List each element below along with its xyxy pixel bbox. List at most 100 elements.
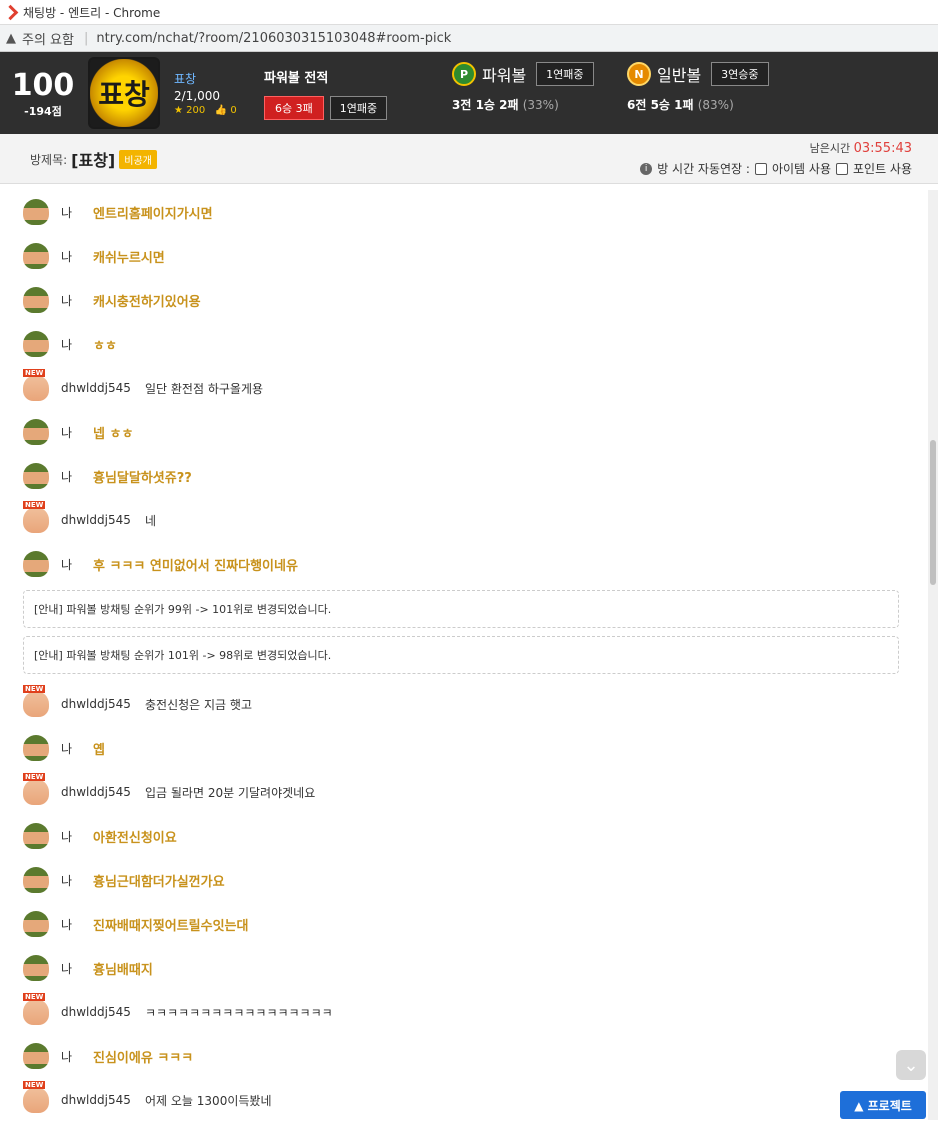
- avatar-icon[interactable]: [23, 369, 49, 401]
- info-icon[interactable]: i: [640, 162, 653, 175]
- window-title: 채팅방 - 엔트리 - Chrome: [23, 5, 161, 20]
- chat-nickname[interactable]: 나: [61, 740, 93, 757]
- scroll-down-icon[interactable]: ⌄: [896, 1050, 926, 1080]
- chat-message: dhwlddj545네: [0, 498, 928, 542]
- avatar-icon[interactable]: [23, 735, 49, 761]
- chat-nickname[interactable]: 나: [61, 1048, 93, 1065]
- ntry-logo-icon: [4, 5, 18, 19]
- powerball-streak: 1연패중: [536, 62, 594, 86]
- avatar-icon[interactable]: [23, 331, 49, 357]
- avatar-icon[interactable]: [23, 955, 49, 981]
- protect-button[interactable]: ▲ 프로젝트: [840, 1091, 926, 1119]
- chat-scrollbar[interactable]: [928, 190, 938, 1120]
- chat-nickname[interactable]: dhwlddj545: [61, 381, 145, 395]
- avatar-icon[interactable]: [23, 911, 49, 937]
- chat-text: 어제 오늘 1300이득봤네: [145, 1093, 272, 1108]
- chat-text: 진심이에유 ㅋㅋㅋ: [93, 1050, 194, 1066]
- avatar-icon[interactable]: [23, 501, 49, 533]
- chat-message: 나 진심이에유 ㅋㅋㅋ: [0, 1034, 928, 1078]
- scroll-thumb[interactable]: [930, 440, 936, 585]
- chat-text: 아환전신청이요: [93, 830, 177, 846]
- chat-text: 엔트리홈페이지가시면: [93, 206, 213, 222]
- chat-nickname[interactable]: 나: [61, 916, 93, 933]
- user-stats: ★ 200 👍 0: [174, 105, 237, 116]
- chat-nickname[interactable]: 나: [61, 248, 93, 265]
- chat-nickname[interactable]: 나: [61, 872, 93, 889]
- avatar-icon[interactable]: [23, 1081, 49, 1113]
- avatar-icon[interactable]: [23, 243, 49, 269]
- powerball-name: 파워볼: [482, 66, 527, 85]
- chat-message: 나 엔트리홈페이지가시면: [0, 190, 928, 234]
- chat-text: 일단 환전점 하구올게용: [145, 381, 264, 396]
- chat-message: 나 흉님달달하셧쥬??: [0, 454, 928, 498]
- user-nickname[interactable]: 표창: [174, 70, 264, 87]
- chat-text: 충전신청은 지금 햇고: [145, 697, 252, 712]
- avatar-icon[interactable]: [23, 199, 49, 225]
- chat-nickname[interactable]: dhwlddj545: [61, 513, 145, 527]
- chat-nickname[interactable]: 나: [61, 468, 93, 485]
- chat-nickname[interactable]: dhwlddj545: [61, 1093, 145, 1107]
- warning-icon[interactable]: ▲: [6, 31, 16, 46]
- chat-nickname[interactable]: 나: [61, 424, 93, 441]
- chat-nickname[interactable]: dhwlddj545: [61, 785, 145, 799]
- avatar-icon[interactable]: [23, 419, 49, 445]
- divider: |: [83, 30, 89, 46]
- powerball-game: P 파워볼 1연패중 3전 1승 2패 (33%): [452, 62, 594, 113]
- address-bar[interactable]: ▲ 주의 요함 | ntry.com/nchat/?room/210603031…: [0, 24, 938, 52]
- avatar-icon[interactable]: [23, 823, 49, 849]
- user-info: 표창 2/1,000 ★ 200 👍 0: [174, 70, 264, 116]
- chat-nickname[interactable]: dhwlddj545: [61, 1005, 145, 1019]
- normalball-coin-icon: N: [627, 62, 651, 86]
- chat-text: 진짜배때지찢어트릴수잇는대: [93, 918, 249, 934]
- chat-message: dhwlddj545일단 환전점 하구올게용: [0, 366, 928, 410]
- chat-nickname[interactable]: 나: [61, 292, 93, 309]
- chat-nickname[interactable]: 나: [61, 960, 93, 977]
- room-title-label: 방제목:: [30, 152, 68, 167]
- normalball-result: 6전 5승 1패 (83%): [627, 98, 734, 112]
- room-name: [표창]: [71, 151, 116, 170]
- point-use-label[interactable]: 포인트 사용: [853, 160, 912, 177]
- like-count: 0: [230, 105, 237, 116]
- normalball-name: 일반볼: [657, 66, 702, 85]
- avatar-icon[interactable]: [23, 551, 49, 577]
- chat-text: 입금 될라면 20분 기달려야겟네요: [145, 785, 316, 800]
- chat-text: 흉님배때지: [93, 962, 153, 978]
- avatar-icon[interactable]: [23, 993, 49, 1025]
- avatar-icon[interactable]: [23, 773, 49, 805]
- auto-extend-options: i 방 시간 자동연장 : 아이템 사용 포인트 사용: [640, 160, 912, 177]
- chat-text: 흉님근대함더가실껀가요: [93, 874, 225, 890]
- chat-message: 나 캐쉬누르시면: [0, 234, 928, 278]
- chat-nickname[interactable]: dhwlddj545: [61, 697, 145, 711]
- chat-nickname[interactable]: 나: [61, 204, 93, 221]
- remaining-time: 남은시간 03:55:43: [810, 140, 912, 156]
- avatar-icon[interactable]: [23, 463, 49, 489]
- normalball-streak: 3연승중: [711, 62, 769, 86]
- avatar-icon[interactable]: [23, 867, 49, 893]
- chat-text: 캐시충전하기있어용: [93, 294, 201, 310]
- normalball-game: N 일반볼 3연승중 6전 5승 1패 (83%): [627, 62, 769, 113]
- record-streak: 1연패중: [329, 95, 388, 120]
- security-label[interactable]: 주의 요함: [22, 29, 74, 48]
- browser-titlebar: 채팅방 - 엔트리 - Chrome: [0, 0, 938, 24]
- remain-time-value: 03:55:43: [853, 141, 912, 156]
- auto-extend-label: 방 시간 자동연장 :: [657, 162, 750, 176]
- avatar-icon[interactable]: [23, 685, 49, 717]
- avatar-icon[interactable]: [23, 287, 49, 313]
- notice-message: [안내] 파워볼 방채팅 순위가 99위 -> 101위로 변경되었습니다.: [23, 590, 899, 628]
- powerball-result: 3전 1승 2패 (33%): [452, 98, 559, 112]
- chat-text: 옙: [93, 742, 105, 758]
- remain-label: 남은시간: [809, 142, 851, 155]
- avatar-icon[interactable]: [23, 1043, 49, 1069]
- item-use-label[interactable]: 아이템 사용: [772, 160, 831, 177]
- item-use-checkbox[interactable]: [754, 162, 767, 175]
- chat-nickname[interactable]: 나: [61, 336, 93, 353]
- url-text[interactable]: ntry.com/nchat/?room/2106030315103048#ro…: [96, 31, 451, 46]
- point-use-checkbox[interactable]: [835, 162, 848, 175]
- chat-message: 나넵 ㅎㅎ: [0, 410, 928, 454]
- chat-nickname[interactable]: 나: [61, 556, 93, 573]
- chat-message: 나옙: [0, 726, 928, 770]
- chat-text: 네: [145, 513, 157, 528]
- chat-nickname[interactable]: 나: [61, 828, 93, 845]
- chat-text: 후 ㅋㅋㅋ 연미없어서 진짜다행이네유: [93, 558, 298, 574]
- chat-message: 나 캐시충전하기있어용: [0, 278, 928, 322]
